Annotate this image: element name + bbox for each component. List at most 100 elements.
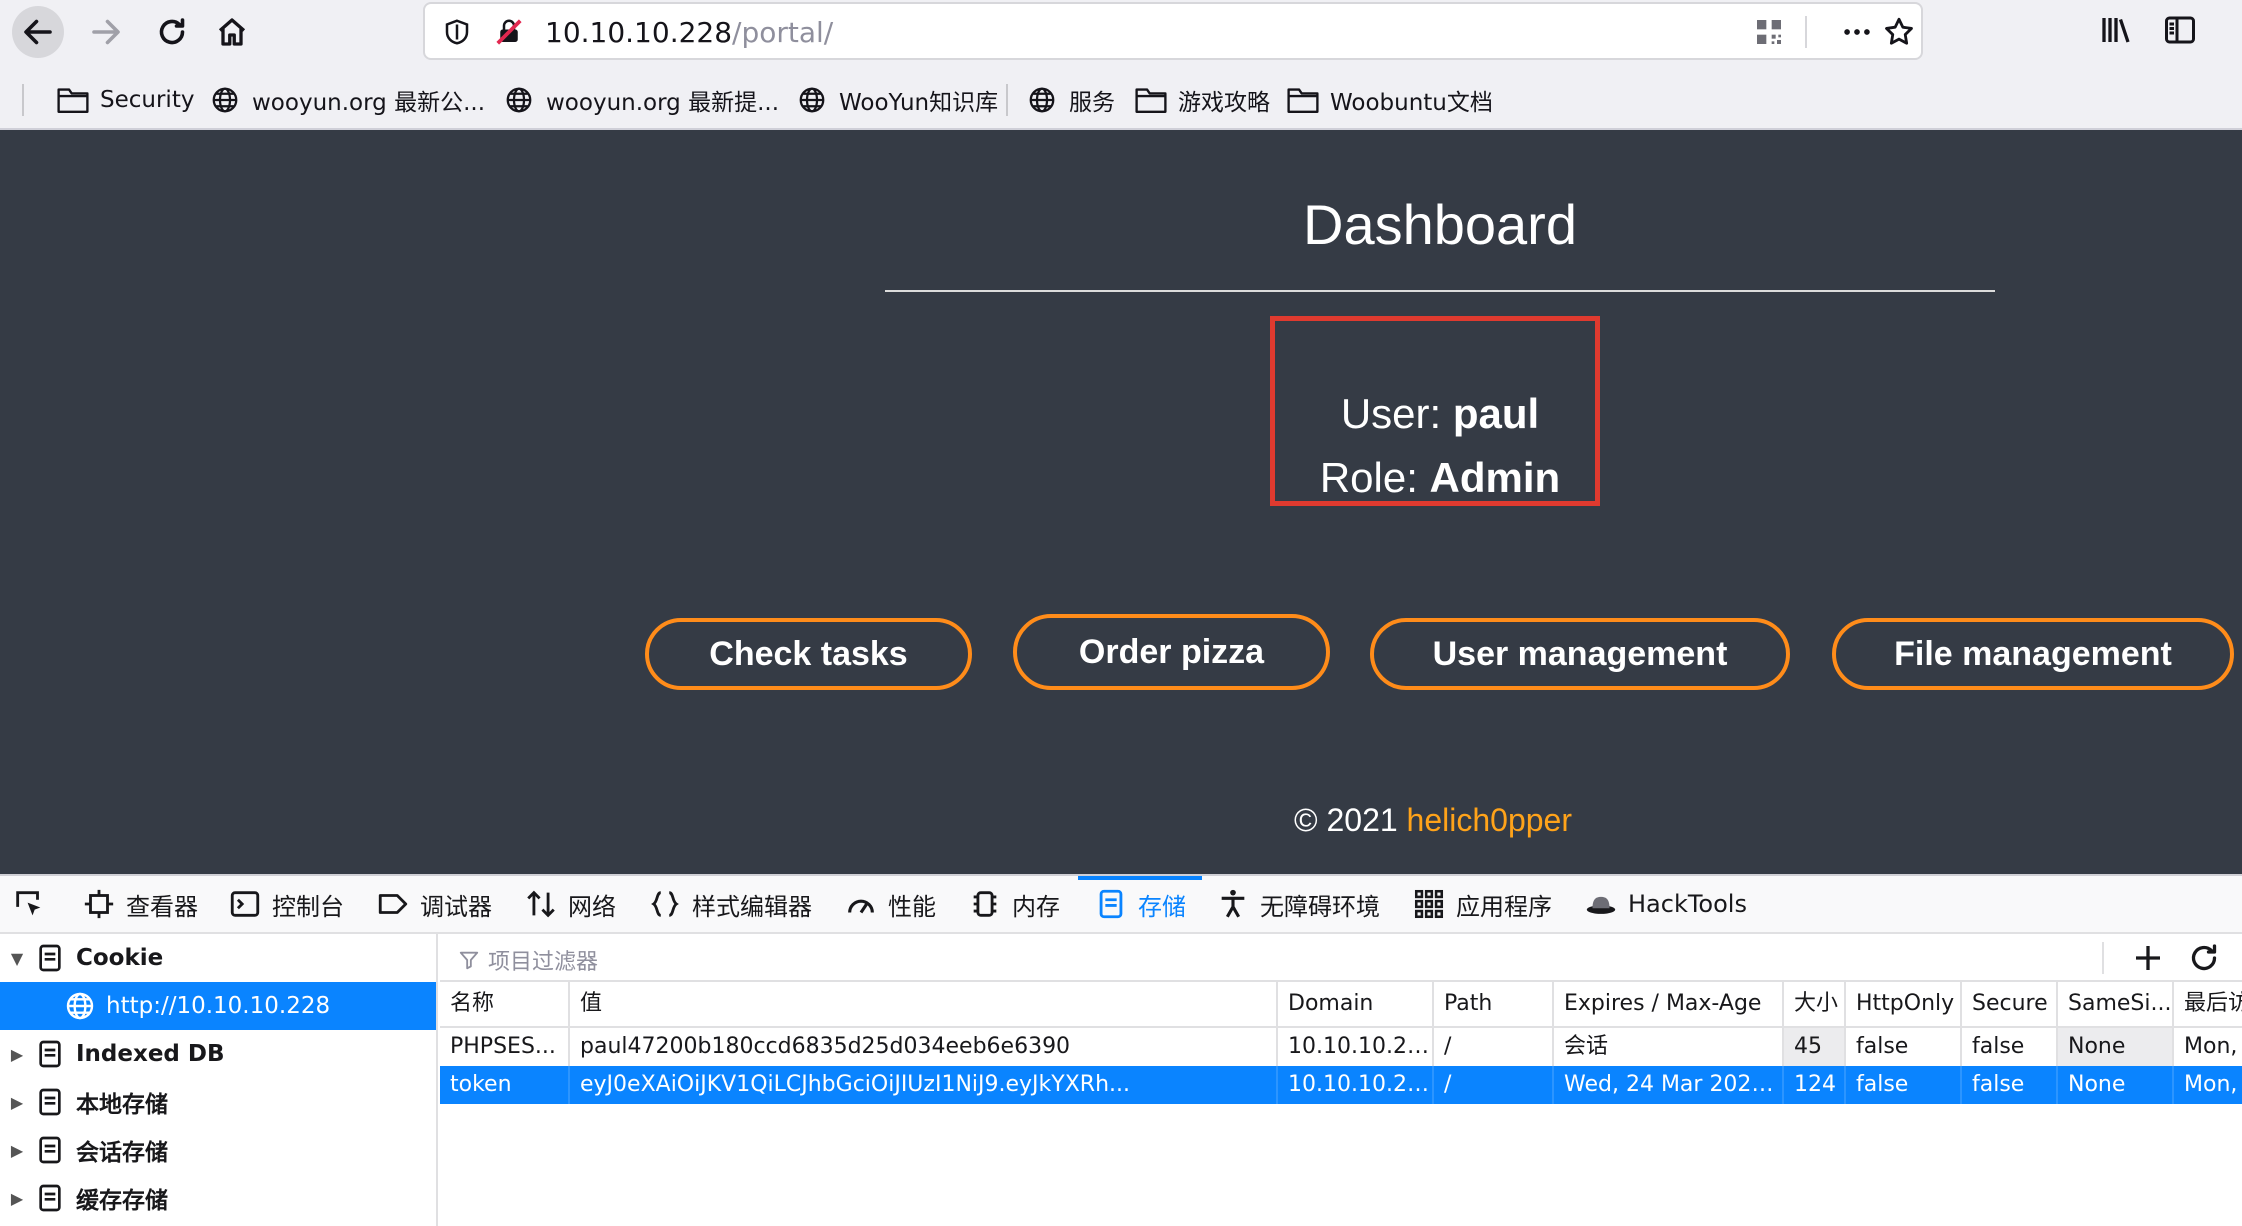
tab-hacktools[interactable]: HackTools <box>1584 876 1747 932</box>
bookmark-game-guides[interactable]: 游戏攻略 <box>1134 76 1270 124</box>
refresh-button[interactable] <box>2186 940 2222 976</box>
tab-storage[interactable]: 存储 <box>1094 876 1186 932</box>
browser-toolbar: 10.10.10.228/portal/ Security wooyun.org… <box>0 0 2242 128</box>
urlbar-divider <box>1805 16 1807 48</box>
user-management-button[interactable]: User management <box>1370 618 1790 690</box>
cell-path: / <box>1434 1028 1554 1066</box>
column-header-samesite[interactable]: SameSi... <box>2058 982 2174 1026</box>
insecure-lock-icon[interactable] <box>491 14 527 50</box>
cell-domain: 10.10.10.228 <box>1278 1028 1434 1066</box>
filter-input[interactable]: 项目过滤器 <box>458 944 598 976</box>
tab-application[interactable]: 应用程序 <box>1412 876 1552 932</box>
table-row[interactable]: token eyJ0eXAiOiJKV1QiLCJhbGciOiJIUzI1Ni… <box>440 1066 2242 1104</box>
cookie-table-panel: 项目过滤器 名称 值 Domain Path Expires / Max-Age… <box>440 934 2242 1226</box>
globe-icon <box>66 992 94 1020</box>
bookmark-wooyun-2[interactable]: wooyun.org 最新提... <box>502 76 779 124</box>
order-pizza-button[interactable]: Order pizza <box>1013 614 1330 690</box>
globe-icon <box>1029 87 1055 113</box>
brand-link[interactable]: helich0pper <box>1407 802 1572 838</box>
cookie-table-header: 名称 值 Domain Path Expires / Max-Age 大小 Ht… <box>440 982 2242 1028</box>
tree-item-indexed-db[interactable]: ▶ Indexed DB <box>0 1030 436 1078</box>
home-button[interactable] <box>206 6 258 58</box>
filter-divider <box>2102 942 2104 974</box>
expanded-triangle-icon[interactable]: ▼ <box>0 949 34 968</box>
cell-samesite: None <box>2058 1066 2174 1104</box>
cell-value: eyJ0eXAiOiJKV1QiLCJhbGciOiJIUzI1NiJ9.eyJ… <box>570 1066 1278 1104</box>
add-item-button[interactable] <box>2130 940 2166 976</box>
bookmark-security[interactable]: Security <box>56 76 194 124</box>
url-text[interactable]: 10.10.10.228/portal/ <box>545 16 833 49</box>
element-picker-icon <box>16 891 41 916</box>
tab-debugger[interactable]: 调试器 <box>376 876 492 932</box>
column-header-size[interactable]: 大小 <box>1784 982 1846 1026</box>
table-row[interactable]: PHPSES... paul47200b180ccd6835d25d034eeb… <box>440 1028 2242 1066</box>
devtools-tabbar: 查看器 控制台 调试器 网络 样式编辑器 性能 内存 存储 无障碍环境 应用程序… <box>0 876 2242 934</box>
storage-tree: ▼ Cookie http://10.10.10.228 ▶ Indexed D… <box>0 934 438 1226</box>
column-header-last-accessed[interactable]: 最后访问 <box>2174 982 2242 1026</box>
accessibility-icon <box>1221 889 1245 918</box>
bookmark-woobuntu-docs[interactable]: Woobuntu文档 <box>1286 76 1493 124</box>
tree-item-session-storage[interactable]: ▶ 会话存储 <box>0 1126 436 1174</box>
cell-last-accessed: Mon, 22 Feb 2021 <box>2184 1034 2242 1059</box>
tree-item-cookie-host[interactable]: http://10.10.10.228 <box>0 982 436 1030</box>
collapsed-triangle-icon[interactable]: ▶ <box>0 1093 34 1112</box>
tree-item-cookie[interactable]: ▼ Cookie <box>0 934 436 982</box>
refresh-icon <box>2191 944 2217 971</box>
cell-httponly: false <box>1846 1028 1962 1066</box>
file-management-button[interactable]: File management <box>1832 618 2234 690</box>
tab-accessibility[interactable]: 无障碍环境 <box>1216 876 1380 932</box>
cell-httponly: false <box>1846 1066 1962 1104</box>
tab-performance[interactable]: 性能 <box>844 876 936 932</box>
tab-network[interactable]: 网络 <box>524 876 616 932</box>
folder-icon <box>1287 88 1319 113</box>
cell-domain: 10.10.10.228 <box>1278 1066 1434 1104</box>
tree-item-local-storage[interactable]: ▶ 本地存储 <box>0 1078 436 1126</box>
library-icon[interactable] <box>2096 10 2136 50</box>
url-bar[interactable]: 10.10.10.228/portal/ <box>423 2 1923 60</box>
collapsed-triangle-icon[interactable]: ▶ <box>0 1045 34 1064</box>
column-header-domain[interactable]: Domain <box>1278 982 1434 1026</box>
memory-chip-icon <box>973 891 997 917</box>
tab-console[interactable]: 控制台 <box>228 876 344 932</box>
folder-icon <box>1135 88 1167 113</box>
back-button[interactable] <box>12 6 64 58</box>
cell-path: / <box>1434 1066 1554 1104</box>
active-tab-indicator <box>1078 876 1202 880</box>
title-divider <box>885 290 1995 292</box>
column-header-expires[interactable]: Expires / Max-Age <box>1554 982 1784 1026</box>
tab-style-editor[interactable]: 样式编辑器 <box>648 876 812 932</box>
collapsed-triangle-icon[interactable]: ▶ <box>0 1189 34 1208</box>
column-header-secure[interactable]: Secure <box>1962 982 2058 1026</box>
tab-inspector[interactable]: 查看器 <box>82 876 198 932</box>
column-header-name[interactable]: 名称 <box>440 982 570 1026</box>
collapsed-triangle-icon[interactable]: ▶ <box>0 1141 34 1160</box>
home-icon <box>218 18 246 46</box>
cell-size: 124 <box>1784 1066 1846 1104</box>
cell-secure: false <box>1962 1066 2058 1104</box>
page-content: Dashboard User: paul Role: Admin Check t… <box>0 130 2242 874</box>
bookmark-services[interactable]: 服务 <box>1025 76 1115 124</box>
bookmarks-separator <box>22 84 24 116</box>
tab-memory[interactable]: 内存 <box>968 876 1060 932</box>
inspector-icon <box>84 889 114 919</box>
element-picker-button[interactable] <box>12 876 46 932</box>
shield-icon[interactable] <box>439 14 475 50</box>
filter-bar: 项目过滤器 <box>440 934 2242 982</box>
filter-icon <box>459 951 479 970</box>
column-header-httponly[interactable]: HttpOnly <box>1846 982 1962 1026</box>
column-header-path[interactable]: Path <box>1434 982 1554 1026</box>
tree-item-cache-storage[interactable]: ▶ 缓存存储 <box>0 1174 436 1222</box>
bookmark-wooyun-kb[interactable]: WooYun知识库 <box>795 76 998 124</box>
bookmark-star-icon[interactable] <box>1881 14 1917 50</box>
storage-icon <box>39 1040 61 1068</box>
column-header-value[interactable]: 值 <box>570 982 1278 1026</box>
sidebar-icon[interactable] <box>2160 10 2200 50</box>
bookmark-wooyun-1[interactable]: wooyun.org 最新公... <box>208 76 485 124</box>
braces-icon <box>651 891 679 917</box>
check-tasks-button[interactable]: Check tasks <box>645 618 972 690</box>
more-actions-icon[interactable] <box>1839 14 1875 50</box>
reload-button[interactable] <box>146 6 198 58</box>
qr-code-icon[interactable] <box>1751 14 1787 50</box>
storage-icon <box>39 1184 61 1212</box>
forward-button[interactable] <box>80 6 132 58</box>
